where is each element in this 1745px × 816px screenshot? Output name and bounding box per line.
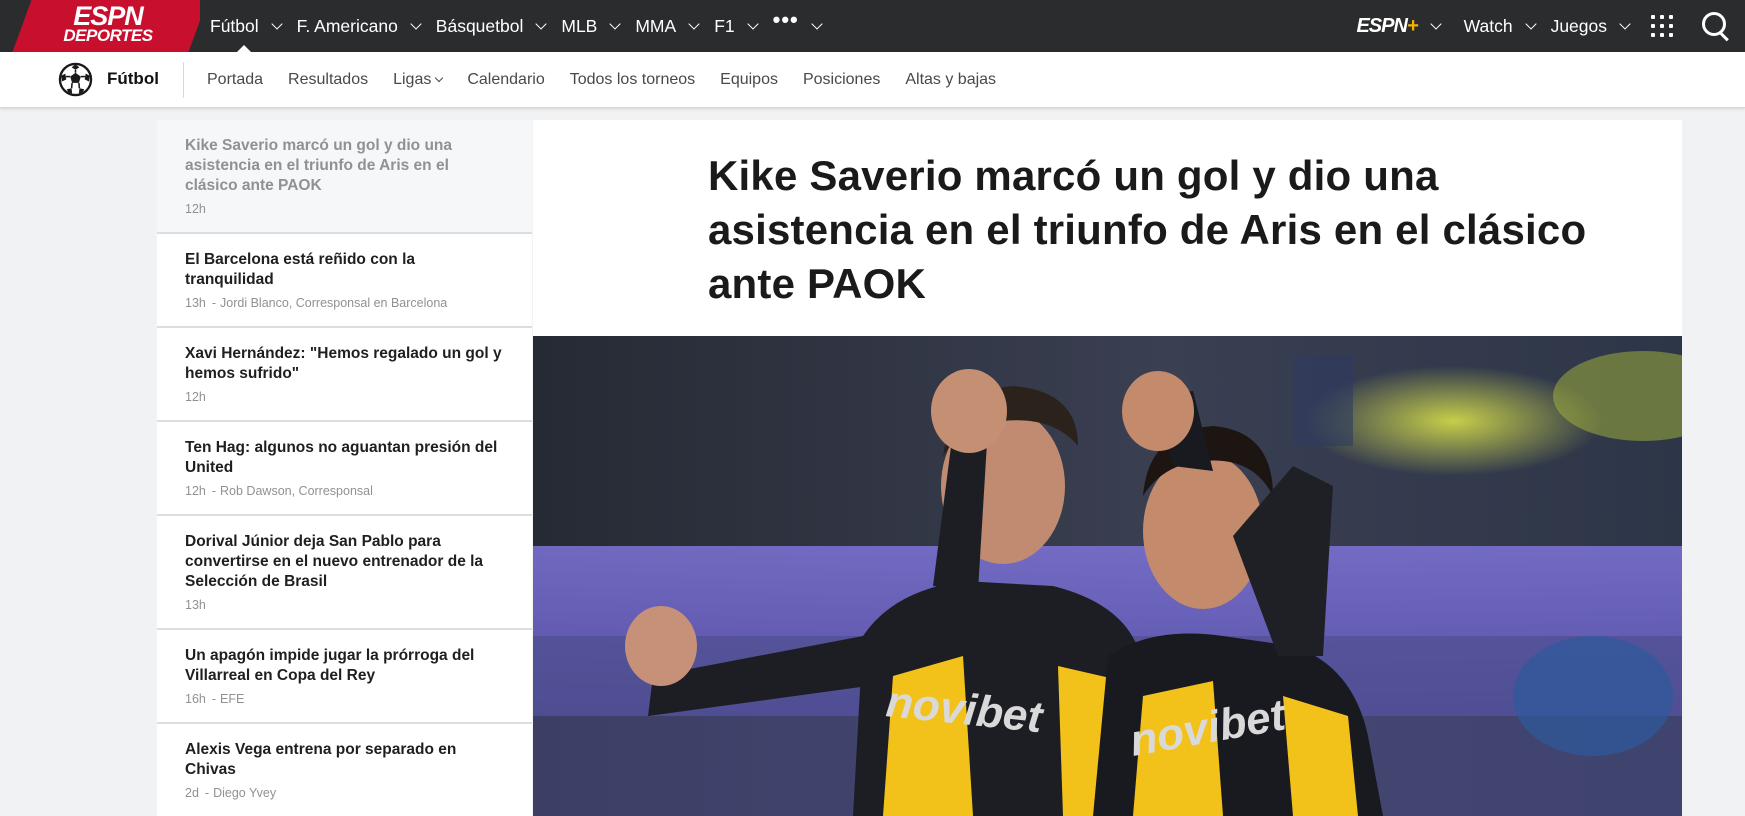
story-item[interactable]: El Barcelona está reñido con la tranquil… [157, 234, 532, 328]
nav-item-futbol[interactable]: Fútbol [210, 0, 283, 52]
story-title: Alexis Vega entrena por separado en Chiv… [185, 741, 457, 778]
story-item[interactable]: Un apagón impide jugar la prórroga del V… [157, 630, 532, 724]
story-meta: 12h [185, 390, 504, 404]
nav-item-label: Watch [1463, 15, 1513, 36]
top-navigation-bar: ESPN DEPORTES Fútbol F. Americano Básque… [0, 0, 1745, 52]
nav-item-basquetbol[interactable]: Básquetbol [435, 0, 548, 52]
nav-item-label: MMA [635, 15, 677, 36]
story-title: Xavi Hernández: "Hemos regalado un gol y… [185, 345, 502, 382]
chevron-down-icon[interactable] [609, 17, 622, 30]
story-byline: Rob Dawson, Corresponsal [220, 484, 373, 498]
story-item[interactable]: Xavi Hernández: "Hemos regalado un gol y… [157, 328, 532, 422]
story-meta: 16h - EFE [185, 692, 245, 706]
story-byline: Diego Yvey [213, 786, 277, 800]
chevron-down-icon[interactable] [811, 17, 823, 30]
article-hero-image[interactable]: novibet novibet [533, 336, 1682, 816]
subnav-link-calendario[interactable]: Calendario [467, 71, 544, 89]
apps-grid-icon[interactable] [1651, 15, 1673, 37]
story-item-current[interactable]: Kike Saverio marcó un gol y dio una asis… [157, 120, 532, 234]
chevron-down-icon[interactable] [1524, 17, 1537, 30]
nav-item-label: F1 [714, 15, 735, 36]
story-time: 16h [185, 692, 206, 706]
espn-plus-wordmark: ESPN [1356, 14, 1407, 37]
espn-plus-logo[interactable]: ESPN+ [1356, 14, 1419, 38]
search-icon[interactable] [1701, 11, 1731, 41]
chevron-down-icon[interactable] [1619, 17, 1631, 30]
story-title: Un apagón impide jugar la prórroga del V… [185, 647, 475, 684]
nav-item-watch[interactable]: Watch [1463, 15, 1537, 37]
soccer-ball-icon[interactable] [58, 62, 93, 97]
subnav-link-portada[interactable]: Portada [207, 71, 263, 89]
story-meta: 12h - Rob Dawson, Corresponsal [185, 484, 373, 498]
nav-item-label: Fútbol [210, 15, 259, 36]
espn-deportes-logo[interactable]: ESPN DEPORTES [0, 0, 200, 52]
more-dots-icon: ••• [772, 7, 799, 32]
nav-item-juegos[interactable]: Juegos [1550, 15, 1631, 37]
espn-plus-sign: + [1406, 14, 1419, 37]
chevron-down-icon[interactable] [1429, 17, 1442, 30]
chevron-down-icon[interactable] [270, 17, 283, 30]
story-time: 13h [185, 296, 206, 310]
story-byline: Jordi Blanco, Corresponsal en Barcelona [220, 296, 448, 310]
story-time: 12h [185, 484, 206, 498]
chevron-down-icon[interactable] [410, 17, 422, 30]
sport-subnavigation: Fútbol Portada Resultados Ligas Calendar… [0, 52, 1745, 108]
story-time: 2d [185, 786, 199, 800]
nav-item-label: Juegos [1550, 15, 1607, 36]
sports-menu: Fútbol F. Americano Básquetbol MLB MMA F… [210, 0, 837, 52]
logo-wordmark: ESPN DEPORTES [56, 3, 160, 45]
subnav-link-resultados[interactable]: Resultados [288, 71, 368, 89]
subnav-link-equipos[interactable]: Equipos [720, 71, 778, 89]
nav-item-label: F. Americano [296, 15, 398, 36]
chevron-down-icon[interactable] [688, 17, 700, 30]
story-title: El Barcelona está reñido con la tranquil… [185, 251, 415, 288]
subnav-link-ligas[interactable]: Ligas [393, 71, 444, 89]
subnav-links: Portada Resultados Ligas Calendario Todo… [207, 52, 1021, 108]
story-item[interactable]: Dorival Júnior deja San Pablo para conve… [157, 516, 532, 630]
subnav-divider [183, 62, 184, 98]
nav-item-more[interactable]: ••• [772, 0, 823, 52]
story-time: 12h [185, 202, 206, 216]
story-title: Dorival Júnior deja San Pablo para conve… [185, 533, 484, 590]
subnav-link-label: Ligas [393, 71, 432, 88]
sport-title[interactable]: Fútbol [107, 69, 159, 89]
nav-item-futbol-americano[interactable]: F. Americano [296, 0, 422, 52]
story-meta: 13h - Jordi Blanco, Corresponsal en Barcel… [185, 296, 448, 310]
story-time: 12h [185, 390, 206, 404]
right-menu: ESPN+ Watch Juegos [1356, 0, 1745, 52]
story-title: Ten Hag: algunos no aguantan presión del… [185, 439, 498, 476]
nav-item-label: MLB [561, 15, 598, 36]
article-headline: Kike Saverio marcó un gol y dio una asis… [708, 152, 1587, 307]
story-item[interactable]: Ten Hag: algunos no aguantan presión del… [157, 422, 532, 516]
article-main: Kike Saverio marcó un gol y dio una asis… [533, 120, 1682, 816]
related-stories-sidebar: Kike Saverio marcó un gol y dio una asis… [157, 120, 532, 816]
story-meta: 12h [185, 202, 504, 216]
subnav-link-todos-los-torneos[interactable]: Todos los torneos [570, 71, 695, 89]
logo-line-deportes: DEPORTES [63, 26, 153, 45]
subnav-link-posiciones[interactable]: Posiciones [803, 71, 880, 89]
subnav-link-altas-y-bajas[interactable]: Altas y bajas [905, 71, 996, 89]
chevron-down-icon[interactable] [746, 17, 759, 30]
nav-item-mlb[interactable]: MLB [561, 0, 622, 52]
nav-item-f1[interactable]: F1 [714, 0, 759, 52]
nav-item-label: Básquetbol [435, 15, 524, 36]
chevron-down-icon [435, 73, 444, 83]
story-byline: EFE [220, 692, 245, 706]
chevron-down-icon[interactable] [535, 17, 548, 30]
story-item[interactable]: Alexis Vega entrena por separado en Chiv… [157, 724, 532, 816]
story-title: Kike Saverio marcó un gol y dio una asis… [185, 137, 453, 194]
story-meta: 13h [185, 598, 504, 612]
story-meta: 2d - Diego Yvey [185, 786, 277, 800]
story-time: 13h [185, 598, 206, 612]
hero-photo-illustration: novibet novibet [533, 336, 1682, 816]
nav-item-mma[interactable]: MMA [635, 0, 700, 52]
